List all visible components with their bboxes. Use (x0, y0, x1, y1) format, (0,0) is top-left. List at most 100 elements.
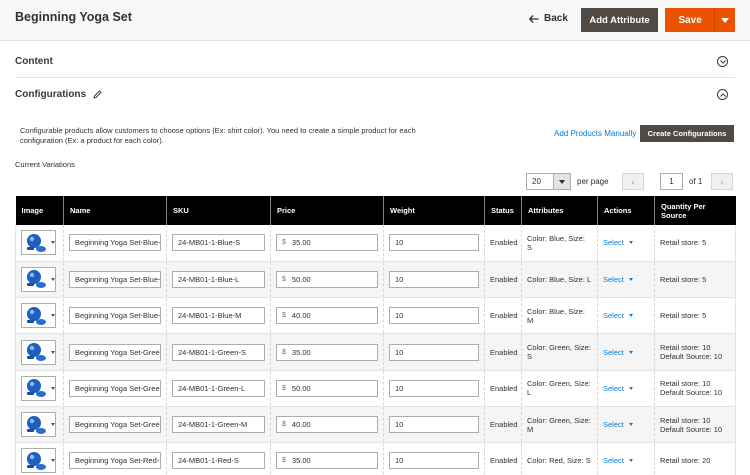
price-input[interactable]: $40.00 (276, 307, 378, 325)
weight-cell: 10 (383, 370, 485, 407)
name-input[interactable]: Beginning Yoga Set-Blue-L (69, 270, 161, 288)
chevron-down-icon[interactable] (717, 56, 728, 67)
weight-input[interactable]: 10 (389, 343, 479, 361)
sku-input[interactable]: 24-MB01-1-Green-L (172, 379, 265, 397)
image-selector[interactable] (21, 448, 56, 474)
status-cell: Enabled (484, 370, 522, 407)
column-header-weight[interactable]: Weight (383, 196, 485, 225)
name-input[interactable]: Beginning Yoga Set-Red-S (69, 452, 161, 470)
actions-select[interactable]: Select (603, 348, 649, 357)
price-input[interactable]: $40.00 (276, 416, 378, 434)
save-dropdown-toggle[interactable] (714, 9, 734, 31)
actions-select[interactable]: Select (603, 238, 649, 247)
status-cell: Enabled (484, 333, 522, 371)
save-button[interactable]: Save (666, 9, 714, 31)
weight-input[interactable]: 10 (389, 234, 479, 252)
price-input[interactable]: $35.00 (276, 343, 378, 361)
name-input[interactable]: Beginning Yoga Set-Green-L (69, 379, 161, 397)
image-cell (15, 225, 64, 262)
currency-symbol: $ (282, 275, 286, 283)
product-thumbnail-icon (27, 379, 46, 398)
name-input[interactable]: Beginning Yoga Set-Green-S (69, 343, 161, 361)
sku-input[interactable]: 24-MB01-1-Blue-L (172, 270, 265, 288)
price-value: 35.00 (291, 456, 311, 466)
column-header-attributes[interactable]: Attributes (521, 196, 598, 225)
caret-down-icon (720, 17, 729, 23)
actions-select[interactable]: Select (603, 384, 649, 393)
previous-page-button[interactable]: ‹ (622, 173, 644, 190)
caret-down-icon (51, 350, 55, 354)
weight-input[interactable]: 10 (389, 416, 479, 434)
column-header-image[interactable]: Image (15, 196, 64, 225)
image-selector[interactable] (21, 303, 56, 329)
weight-cell: 10 (383, 406, 485, 444)
column-header-sku[interactable]: SKU (166, 196, 271, 225)
column-header-quantity[interactable]: Quantity Per Source (654, 196, 736, 225)
weight-input[interactable]: 10 (389, 452, 479, 470)
weight-input[interactable]: 10 (389, 379, 479, 397)
attributes-cell: Color: Green, Size: S (521, 333, 598, 371)
currency-symbol: $ (282, 312, 286, 320)
weight-cell: 10 (383, 225, 485, 262)
next-page-button[interactable]: › (711, 173, 733, 190)
column-header-name[interactable]: Name (63, 196, 167, 225)
currency-symbol: $ (282, 384, 286, 392)
actions-select[interactable]: Select (603, 275, 649, 284)
add-attribute-button[interactable]: Add Attribute (581, 8, 658, 32)
price-value: 50.00 (291, 383, 311, 393)
weight-input[interactable]: 10 (389, 270, 479, 288)
page-number-input[interactable]: 1 (660, 173, 683, 190)
per-page-toggle[interactable] (553, 174, 570, 189)
per-page-label: per page (577, 177, 609, 186)
actions-select[interactable]: Select (603, 420, 649, 429)
column-header-status[interactable]: Status (484, 196, 522, 225)
create-configurations-button[interactable]: Create Configurations (640, 125, 734, 142)
quantity-line: Default Source: 10 (660, 352, 723, 362)
caret-down-icon (51, 241, 55, 245)
name-input[interactable]: Beginning Yoga Set-Blue-S (69, 234, 161, 252)
weight-cell: 10 (383, 297, 485, 335)
caret-down-icon (51, 277, 55, 281)
image-selector[interactable] (21, 339, 56, 365)
name-input[interactable]: Beginning Yoga Set-Green-M (69, 416, 161, 434)
weight-input[interactable]: 10 (389, 307, 479, 325)
actions-select[interactable]: Select (603, 311, 649, 320)
price-input[interactable]: $35.00 (276, 234, 378, 252)
image-selector[interactable] (21, 230, 56, 256)
sku-cell: 24-MB01-1-Red-S (166, 442, 271, 475)
price-input[interactable]: $50.00 (276, 270, 378, 288)
price-input[interactable]: $50.00 (276, 379, 378, 397)
chevron-up-icon[interactable] (717, 89, 728, 100)
caret-down-icon (628, 277, 633, 281)
table-row: Beginning Yoga Set-Green-M 24-MB01-1-Gree… (15, 406, 736, 444)
name-cell: Beginning Yoga Set-Green-M (63, 406, 167, 444)
sku-cell: 24-MB01-1-Blue-S (166, 225, 271, 262)
configurations-section-title[interactable]: Configurations (15, 89, 102, 100)
page-header: Beginning Yoga Set Back Add Attribute Sa… (0, 0, 750, 41)
sku-input[interactable]: 24-MB01-1-Green-S (172, 343, 265, 361)
name-input[interactable]: Beginning Yoga Set-Blue-M (69, 307, 161, 325)
price-cell: $40.00 (270, 297, 384, 335)
price-input[interactable]: $35.00 (276, 452, 378, 470)
image-selector[interactable] (21, 266, 56, 292)
caret-down-icon (628, 350, 633, 354)
sku-input[interactable]: 24-MB01-1-Red-S (172, 452, 265, 470)
per-page-select[interactable]: 20 (526, 173, 571, 190)
image-selector[interactable] (21, 412, 56, 438)
add-products-manually-link[interactable]: Add Products Manually (554, 129, 636, 138)
sku-input[interactable]: 24-MB01-1-Blue-S (172, 234, 265, 252)
currency-symbol: $ (282, 457, 286, 465)
back-button[interactable]: Back (529, 13, 568, 24)
price-value: 40.00 (291, 311, 311, 321)
actions-select[interactable]: Select (603, 456, 649, 465)
quantity-line: Default Source: 10 (660, 424, 723, 434)
column-header-price[interactable]: Price (270, 196, 384, 225)
actions-select-label: Select (603, 274, 624, 284)
sku-input[interactable]: 24-MB01-1-Blue-M (172, 307, 265, 325)
column-header-actions[interactable]: Actions (597, 196, 655, 225)
content-section-title[interactable]: Content (15, 56, 53, 67)
actions-cell: Select (597, 297, 655, 335)
sku-input[interactable]: 24-MB01-1-Green-M (172, 416, 265, 434)
pencil-icon[interactable] (93, 90, 102, 99)
image-selector[interactable] (21, 375, 56, 401)
